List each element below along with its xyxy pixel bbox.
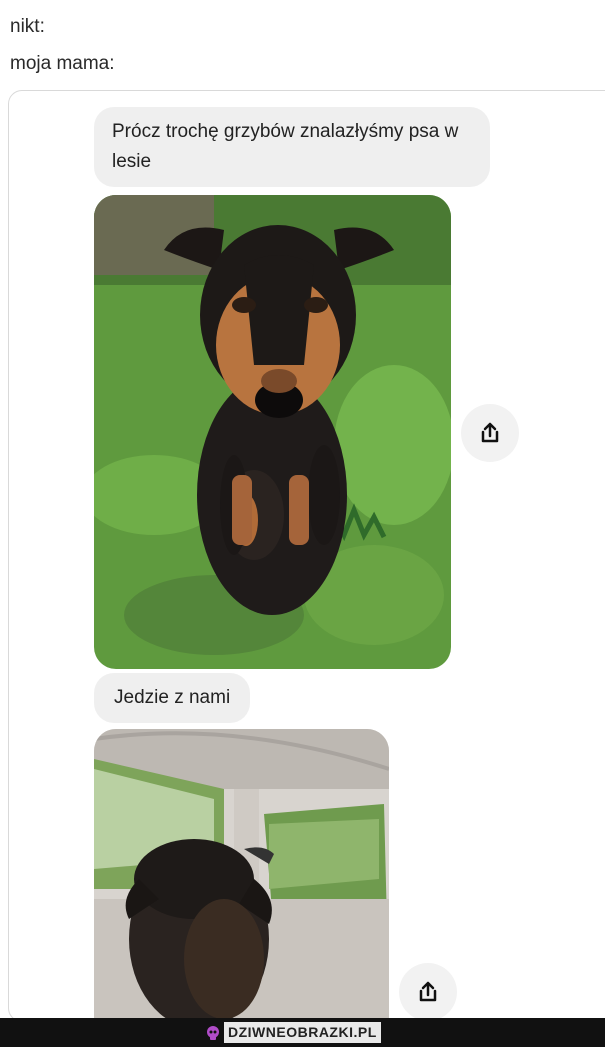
watermark: DZIWNEOBRAZKI.PL <box>206 1022 381 1043</box>
watermark-text: DZIWNEOBRAZKI.PL <box>224 1022 381 1043</box>
share-icon <box>419 981 437 1002</box>
chat-screenshot: Prócz trochę grzybów znalazłyśmy psa w l… <box>8 90 605 1022</box>
dog-in-car-image <box>94 729 389 1021</box>
skull-icon <box>207 1025 219 1040</box>
message-bubble: Jedzie z nami <box>94 673 251 723</box>
caption-line-1: nikt: <box>10 16 45 37</box>
share-button[interactable] <box>399 963 457 1021</box>
watermark-bar: DZIWNEOBRAZKI.PL <box>0 1018 605 1047</box>
share-icon <box>481 422 499 443</box>
dog-in-forest-image <box>94 195 451 669</box>
message-bubble: Prócz trochę grzybów znalazłyśmy psa w l… <box>94 107 490 187</box>
dog-photo[interactable] <box>94 195 451 669</box>
dog-in-car-photo[interactable] <box>94 729 389 1021</box>
caption-line-2: moja mama: <box>10 53 115 74</box>
share-button[interactable] <box>461 404 519 462</box>
